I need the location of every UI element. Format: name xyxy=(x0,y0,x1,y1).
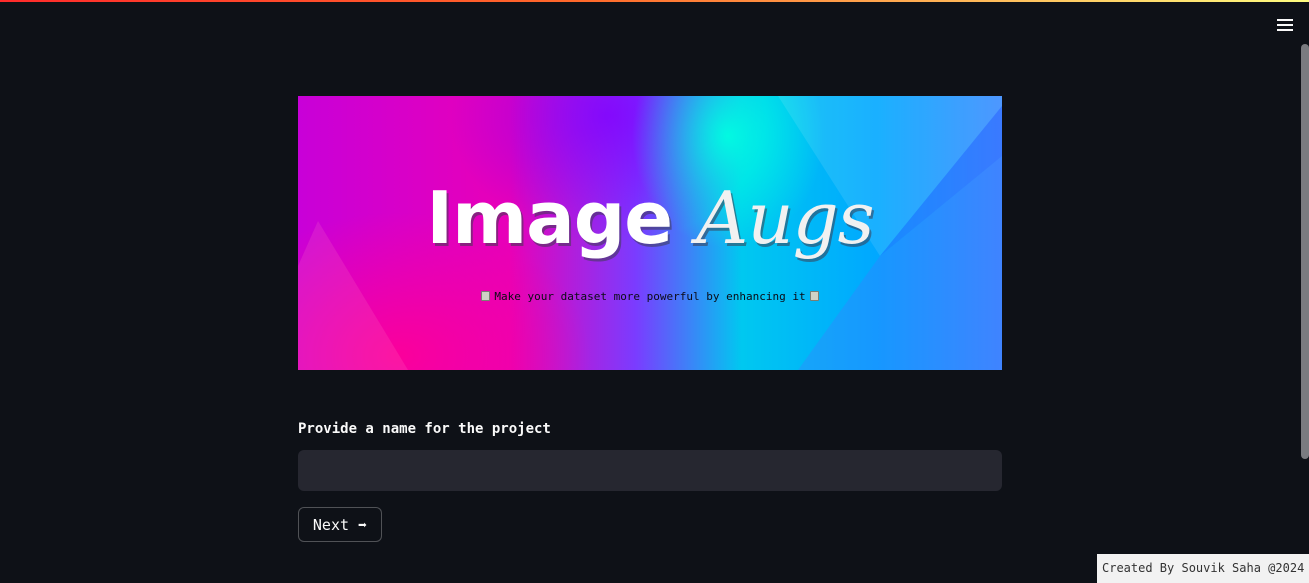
top-decoration-bar xyxy=(0,0,1309,2)
banner-subtitle: Make your dataset more powerful by enhan… xyxy=(298,290,1002,303)
banner-title-script: Augs xyxy=(696,176,874,260)
banner-title: Image Augs xyxy=(298,176,1002,260)
robot-icon xyxy=(481,291,491,301)
banner-subtitle-text: Make your dataset more powerful by enhan… xyxy=(494,290,806,303)
hamburger-menu-icon[interactable] xyxy=(1274,14,1296,36)
robot-icon xyxy=(809,291,819,301)
scrollbar[interactable] xyxy=(1301,44,1309,459)
banner-title-main: Image xyxy=(426,176,673,260)
banner-image: Image Augs Make your dataset more powerf… xyxy=(298,96,1002,370)
footer-credit: Created By Souvik Saha @2024 xyxy=(1097,554,1309,583)
project-name-label: Provide a name for the project xyxy=(298,421,551,437)
next-button[interactable]: Next ➡ xyxy=(298,507,382,542)
project-name-input[interactable] xyxy=(298,450,1002,491)
